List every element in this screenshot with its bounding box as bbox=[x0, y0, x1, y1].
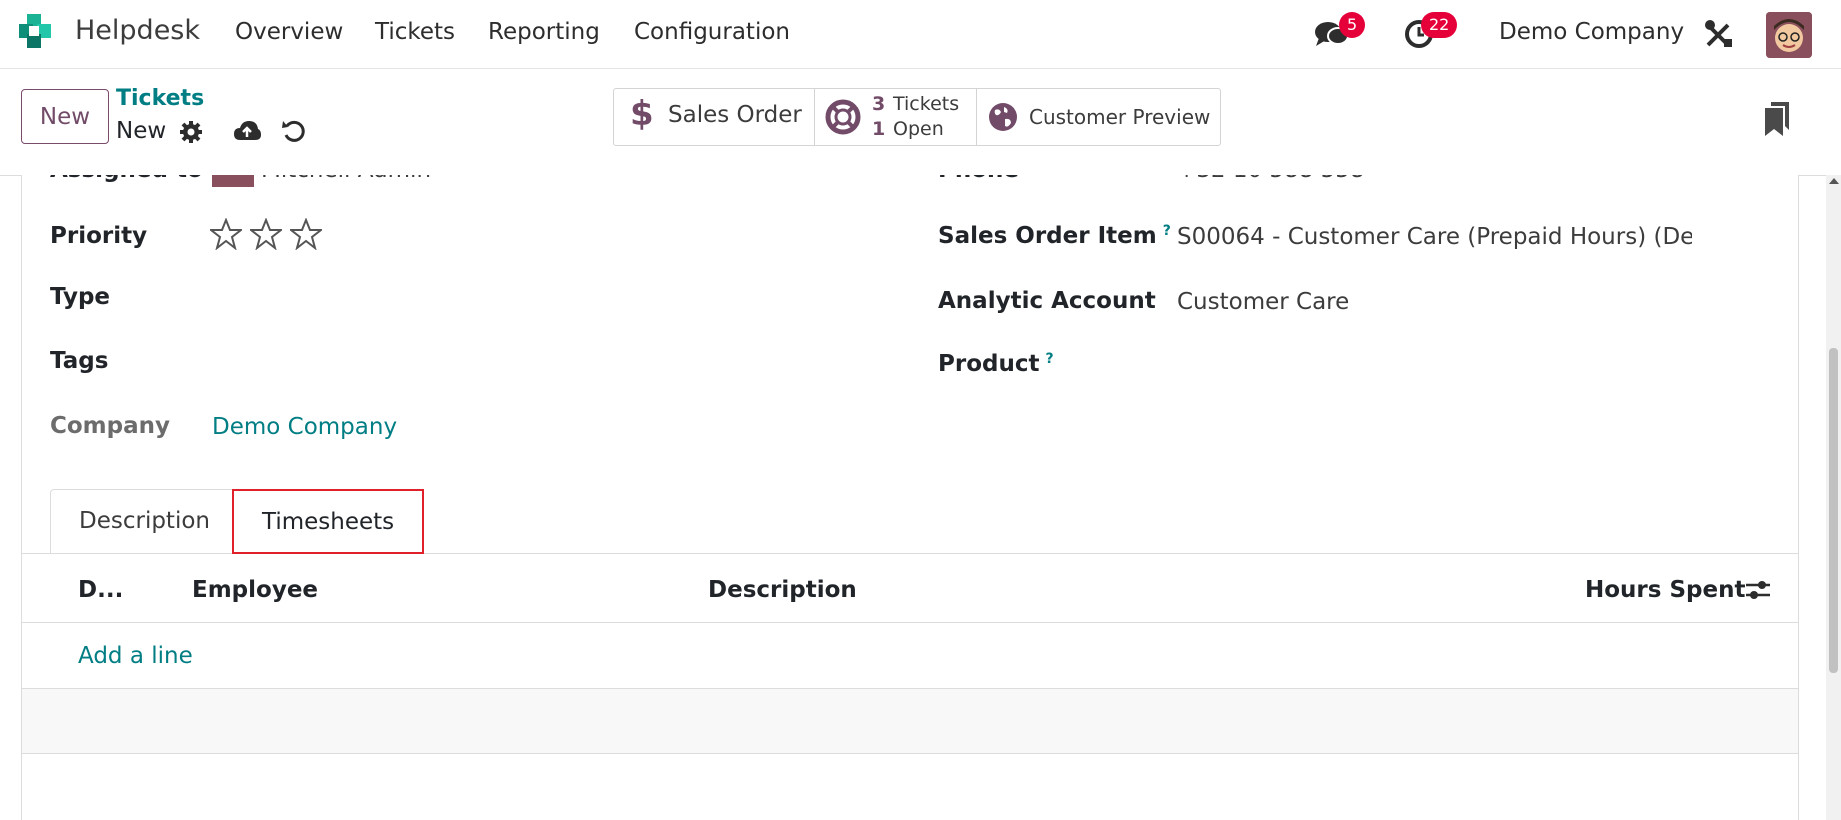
menu-tickets[interactable]: Tickets bbox=[375, 19, 455, 45]
priority-label: Priority bbox=[50, 223, 148, 249]
breadcrumb-tickets[interactable]: Tickets bbox=[116, 86, 204, 111]
sales-order-smart-button[interactable]: $ Sales Order bbox=[614, 89, 814, 145]
column-date[interactable]: D... bbox=[78, 577, 123, 603]
cloud-upload-icon[interactable] bbox=[233, 118, 261, 144]
app-name[interactable]: Helpdesk bbox=[75, 15, 200, 46]
tools-icon[interactable] bbox=[1702, 17, 1736, 51]
smart-buttons: $ Sales Order 3 Tickets 1 Open Customer … bbox=[613, 88, 1221, 146]
sales-order-item-value[interactable]: S00064 - Customer Care (Prepaid Hours) (… bbox=[1177, 224, 1692, 250]
lifebuoy-icon bbox=[825, 99, 861, 135]
column-description[interactable]: Description bbox=[708, 577, 857, 603]
column-employee[interactable]: Employee bbox=[192, 577, 318, 603]
dollar-icon: $ bbox=[630, 94, 654, 134]
activities-badge: 22 bbox=[1421, 12, 1458, 38]
user-avatar[interactable] bbox=[1766, 12, 1812, 58]
clipped-top-row: Assigned to Mitchell Admin Phone +32 10 … bbox=[0, 175, 1820, 187]
bookmark-icon[interactable] bbox=[1765, 102, 1791, 136]
add-line-link[interactable]: Add a line bbox=[78, 643, 193, 669]
customer-preview-smart-button[interactable]: Customer Preview bbox=[977, 89, 1220, 145]
assigned-to-label: Assigned to bbox=[50, 175, 203, 183]
phone-label: Phone bbox=[938, 175, 1019, 183]
open-label: Open bbox=[893, 118, 944, 140]
menu-overview[interactable]: Overview bbox=[235, 19, 343, 45]
table-row-divider bbox=[22, 753, 1798, 754]
table-header-divider bbox=[22, 622, 1798, 623]
globe-icon bbox=[989, 103, 1017, 131]
sales-order-label: Sales Order bbox=[668, 102, 802, 128]
gear-icon[interactable] bbox=[178, 119, 204, 145]
messages-badge: 5 bbox=[1339, 12, 1366, 38]
tickets-count: 3 bbox=[872, 93, 886, 115]
analytic-account-label: Analytic Account bbox=[938, 288, 1156, 314]
star-icon[interactable] bbox=[250, 218, 282, 250]
company-switcher[interactable]: Demo Company bbox=[1499, 19, 1684, 45]
company-value[interactable]: Demo Company bbox=[212, 414, 397, 440]
discard-undo-icon[interactable] bbox=[281, 118, 307, 144]
tab-description[interactable]: Description bbox=[50, 489, 239, 554]
company-label: Company bbox=[50, 413, 170, 439]
new-button[interactable]: New bbox=[21, 89, 109, 144]
phone-value[interactable]: +32 10 588 558 bbox=[1177, 175, 1365, 183]
customer-preview-label: Customer Preview bbox=[1029, 105, 1211, 129]
scroll-up-arrow-icon[interactable] bbox=[1829, 178, 1839, 184]
top-navbar: Helpdesk Overview Tickets Reporting Conf… bbox=[0, 0, 1841, 69]
tickets-label: Tickets bbox=[893, 93, 960, 115]
star-icon[interactable] bbox=[210, 218, 242, 250]
breadcrumb-current: New bbox=[116, 118, 167, 144]
scrollbar-thumb[interactable] bbox=[1829, 348, 1838, 673]
menu-configuration[interactable]: Configuration bbox=[634, 19, 790, 45]
help-tooltip-icon[interactable]: ? bbox=[1163, 223, 1171, 239]
tickets-smart-button[interactable]: 3 Tickets 1 Open bbox=[815, 89, 975, 145]
helpdesk-logo-icon[interactable] bbox=[19, 14, 59, 54]
help-tooltip-icon[interactable]: ? bbox=[1045, 351, 1053, 367]
optional-columns-icon[interactable] bbox=[1744, 577, 1772, 603]
tab-timesheets[interactable]: Timesheets bbox=[232, 489, 425, 554]
assigned-to-value[interactable]: Mitchell Admin bbox=[261, 175, 431, 183]
sales-order-item-label: Sales Order Item? bbox=[938, 223, 1171, 249]
star-icon[interactable] bbox=[290, 218, 322, 250]
column-hours-spent[interactable]: Hours Spent bbox=[1585, 577, 1745, 603]
tags-label: Tags bbox=[50, 348, 109, 374]
assignee-avatar bbox=[212, 175, 254, 187]
open-count: 1 bbox=[872, 118, 886, 140]
type-label: Type bbox=[50, 284, 111, 310]
table-empty-row bbox=[22, 689, 1798, 753]
product-label: Product? bbox=[938, 351, 1054, 377]
menu-reporting[interactable]: Reporting bbox=[488, 19, 600, 45]
analytic-account-value[interactable]: Customer Care bbox=[1177, 289, 1349, 315]
